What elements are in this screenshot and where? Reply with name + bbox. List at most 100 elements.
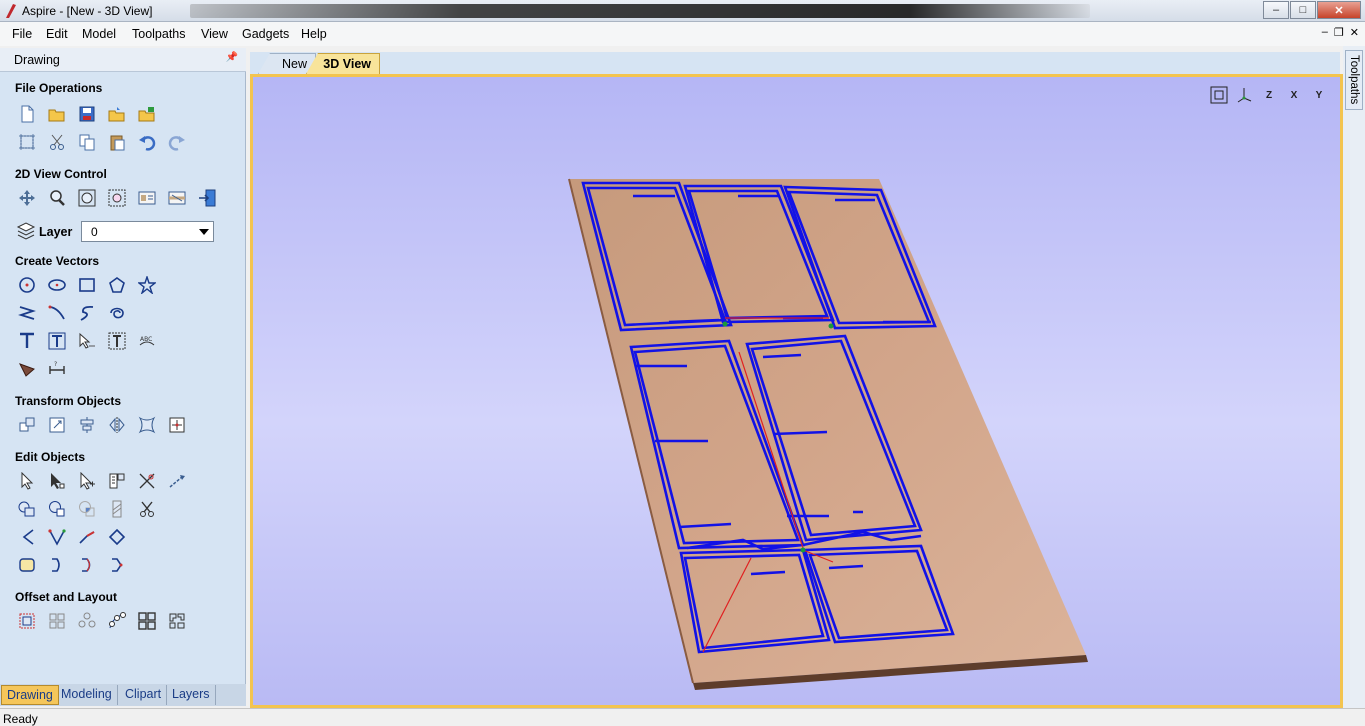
menu-view[interactable]: View	[201, 27, 228, 41]
text-on-curve-icon[interactable]	[46, 330, 68, 352]
minimize-button[interactable]: –	[1263, 1, 1289, 19]
tab-3d-view[interactable]: 3D View	[306, 53, 380, 74]
menu-toolpaths[interactable]: Toolpaths	[132, 27, 186, 41]
circular-copy-icon[interactable]	[76, 610, 98, 632]
close-vector-icon[interactable]	[106, 526, 128, 548]
copy-icon[interactable]	[76, 131, 98, 153]
dimension-icon[interactable]: ?	[46, 358, 68, 380]
menu-file[interactable]: File	[12, 27, 32, 41]
text-arc-icon[interactable]: ABC	[136, 330, 158, 352]
set-origin-icon[interactable]	[166, 414, 188, 436]
mdi-restore-button[interactable]: ❐	[1334, 26, 1344, 39]
save-icon[interactable]	[76, 103, 98, 125]
tab-new[interactable]: New	[258, 53, 316, 74]
nest-parts-icon[interactable]	[166, 610, 188, 632]
mdi-close-button[interactable]: ✕	[1350, 26, 1359, 39]
pan-icon[interactable]	[16, 187, 38, 209]
align-icon[interactable]	[76, 414, 98, 436]
open-file-icon[interactable]	[46, 103, 68, 125]
panel-bottom-tabs: Drawing Modeling Clipart Layers	[0, 684, 246, 706]
rectangle-icon[interactable]	[76, 274, 98, 296]
aspire-logo-icon	[6, 4, 16, 18]
trim-icon[interactable]	[136, 470, 158, 492]
tab-modeling[interactable]: Modeling	[56, 685, 118, 705]
nesting-icon[interactable]	[136, 610, 158, 632]
circle-icon[interactable]	[16, 274, 38, 296]
view-toggle-icon[interactable]	[136, 187, 158, 209]
maximize-button[interactable]: □	[1290, 1, 1316, 19]
import-vectors-icon[interactable]	[106, 103, 128, 125]
menu-gadgets[interactable]: Gadgets	[242, 27, 289, 41]
spline-icon[interactable]	[76, 302, 98, 324]
curve-icon[interactable]	[46, 302, 68, 324]
menu-help[interactable]: Help	[301, 27, 327, 41]
text-icon[interactable]	[16, 330, 38, 352]
y-view-icon[interactable]: Y	[1308, 85, 1330, 105]
import-bitmap-icon[interactable]	[136, 103, 158, 125]
fit-view-icon[interactable]	[1208, 85, 1230, 105]
polyline-icon[interactable]	[16, 302, 38, 324]
smooth-icon[interactable]	[106, 554, 128, 576]
auto-layout-text-icon[interactable]	[106, 330, 128, 352]
zoom-selection-icon[interactable]	[106, 187, 128, 209]
redo-icon[interactable]	[166, 131, 188, 153]
move-icon[interactable]	[16, 414, 38, 436]
fit-curve-icon[interactable]	[106, 302, 128, 324]
join-vectors-icon[interactable]	[46, 526, 68, 548]
scissors-icon[interactable]	[136, 498, 158, 520]
z-view-icon[interactable]: Z	[1258, 85, 1280, 105]
paste-icon[interactable]	[106, 131, 128, 153]
menu-edit[interactable]: Edit	[46, 27, 68, 41]
subtract-icon[interactable]	[46, 498, 68, 520]
layer-select[interactable]: 0	[81, 221, 214, 242]
new-file-icon[interactable]	[16, 103, 38, 125]
status-text: Ready	[3, 712, 38, 726]
bitmap-trace-icon[interactable]	[16, 358, 38, 380]
3d-viewport[interactable]: Z X Y	[250, 74, 1343, 708]
mdi-minimize-button[interactable]: –	[1322, 26, 1328, 39]
pin-icon[interactable]: 📌	[226, 52, 238, 63]
select-text-icon[interactable]	[76, 330, 98, 352]
cut-icon[interactable]	[46, 131, 68, 153]
view-split-icon[interactable]	[166, 187, 188, 209]
interactive-transform-icon[interactable]	[76, 470, 98, 492]
overlap-icon[interactable]	[106, 498, 128, 520]
iso-view-icon[interactable]	[1233, 85, 1255, 105]
toolpaths-tab[interactable]: Toolpaths	[1345, 50, 1363, 110]
curve-fit-icon[interactable]	[76, 526, 98, 548]
sheet-view-icon[interactable]	[196, 187, 218, 209]
x-view-icon[interactable]: X	[1283, 85, 1305, 105]
3d-scene[interactable]	[253, 77, 1340, 705]
background-windows-blur	[190, 4, 1090, 18]
zoom-icon[interactable]	[46, 187, 68, 209]
offset-icon[interactable]	[16, 610, 38, 632]
mirror-icon[interactable]	[106, 414, 128, 436]
node-edit-icon[interactable]	[46, 470, 68, 492]
menu-model[interactable]: Model	[82, 27, 116, 41]
job-setup-icon[interactable]	[16, 131, 38, 153]
ellipse-icon[interactable]	[46, 274, 68, 296]
zoom-fit-icon[interactable]	[76, 187, 98, 209]
weld-icon[interactable]	[16, 498, 38, 520]
polygon-icon[interactable]	[106, 274, 128, 296]
offset-rect-icon[interactable]	[16, 554, 38, 576]
fillet-icon[interactable]	[16, 526, 38, 548]
layer-value: 0	[91, 225, 98, 239]
intersect-icon[interactable]	[76, 498, 98, 520]
tab-layers[interactable]: Layers	[167, 685, 216, 705]
copy-along-vector-icon[interactable]	[106, 610, 128, 632]
extend-icon[interactable]	[166, 470, 188, 492]
tabs-icon[interactable]	[76, 554, 98, 576]
star-icon[interactable]	[136, 274, 158, 296]
select-icon[interactable]	[16, 470, 38, 492]
undo-icon[interactable]	[136, 131, 158, 153]
distort-icon[interactable]	[136, 414, 158, 436]
chevron-down-icon[interactable]	[199, 229, 209, 235]
dogbone-icon[interactable]	[46, 554, 68, 576]
measure-icon[interactable]	[106, 470, 128, 492]
array-copy-icon[interactable]	[46, 610, 68, 632]
close-button[interactable]: ✕	[1317, 1, 1361, 19]
tab-drawing[interactable]: Drawing	[1, 685, 59, 705]
tab-clipart[interactable]: Clipart	[120, 685, 168, 705]
scale-icon[interactable]	[46, 414, 68, 436]
